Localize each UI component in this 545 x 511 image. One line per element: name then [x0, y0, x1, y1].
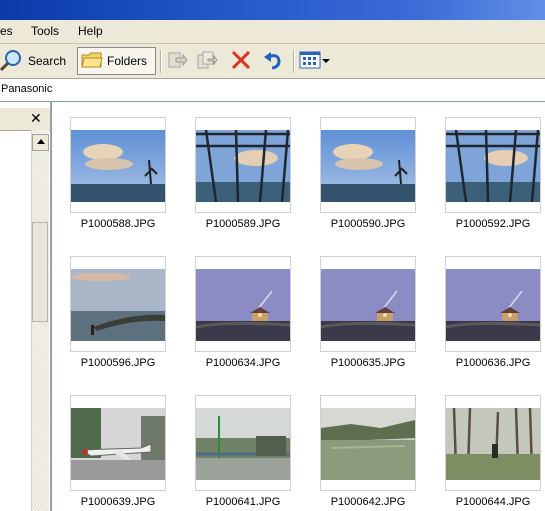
folders-label: Folders [107, 54, 148, 68]
thumbnail-filename[interactable]: P1000641.JPG [188, 496, 298, 508]
folders-button[interactable]: Folders [77, 47, 156, 75]
copy-to-button[interactable] [196, 47, 220, 75]
toolbar-separator [160, 50, 162, 73]
thumbnail-item[interactable] [445, 117, 541, 213]
menu-item-favorites[interactable]: es [0, 24, 13, 38]
thumbnail-item[interactable] [195, 117, 291, 213]
thumbnail-item[interactable] [320, 117, 416, 213]
views-icon [298, 49, 322, 74]
move-to-button[interactable] [166, 47, 190, 75]
thumbnail-filename[interactable]: P1000636.JPG [438, 357, 545, 369]
menu-item-help[interactable]: Help [78, 24, 103, 38]
menu-bar: es Tools Help [0, 20, 545, 44]
folders-pane: ✕ [0, 102, 51, 511]
menu-item-tools[interactable]: Tools [31, 24, 59, 38]
thumbnail-filename[interactable]: P1000592.JPG [438, 218, 545, 230]
folders-scrollbar[interactable] [31, 130, 49, 511]
search-icon [0, 48, 24, 75]
thumbnail-filename[interactable]: P1000642.JPG [313, 496, 423, 508]
thumbnail-filename[interactable]: P1000644.JPG [438, 496, 545, 508]
folder-icon [81, 50, 103, 73]
folders-pane-header: ✕ [0, 108, 50, 131]
thumbnail-item[interactable] [320, 395, 416, 491]
views-button[interactable] [298, 47, 336, 75]
scroll-track[interactable] [32, 152, 49, 511]
close-icon[interactable]: ✕ [30, 110, 42, 127]
title-bar [0, 0, 545, 20]
search-button[interactable]: Search [0, 47, 72, 75]
thumbnail-filename[interactable]: P1000590.JPG [313, 218, 423, 230]
thumbnail-item[interactable] [70, 395, 166, 491]
scroll-up-button[interactable] [32, 134, 49, 151]
delete-button[interactable] [230, 47, 254, 75]
thumbnail-item[interactable] [70, 117, 166, 213]
thumbnail-item[interactable] [195, 256, 291, 352]
thumbnail-view: P1000588.JPG P1000589.JPG P1000590.JPG P100… [51, 102, 545, 511]
search-label: Search [28, 54, 67, 68]
thumbnail-filename[interactable]: P1000596.JPG [63, 357, 173, 369]
dropdown-arrow-icon [322, 54, 330, 68]
delete-icon [230, 49, 252, 74]
toolbar: Search Folders [0, 44, 545, 79]
move-to-icon [166, 49, 188, 74]
toolbar-separator [293, 50, 295, 73]
thumbnail-item[interactable] [195, 395, 291, 491]
copy-to-icon [196, 49, 218, 74]
thumbnail-filename[interactable]: P1000634.JPG [188, 357, 298, 369]
thumbnail-filename[interactable]: P1000588.JPG [63, 218, 173, 230]
thumbnail-filename[interactable]: P1000635.JPG [313, 357, 423, 369]
thumbnail-filename[interactable]: P1000639.JPG [63, 496, 173, 508]
undo-button[interactable] [262, 47, 286, 75]
thumbnail-item[interactable] [445, 256, 541, 352]
address-text: Panasonic [1, 83, 53, 95]
thumbnail-item[interactable] [70, 256, 166, 352]
address-bar[interactable]: Panasonic [0, 79, 545, 102]
thumbnail-item[interactable] [320, 256, 416, 352]
scroll-thumb[interactable] [32, 222, 48, 322]
undo-icon [262, 49, 284, 74]
scroll-up-icon [36, 138, 45, 147]
thumbnail-item[interactable] [445, 395, 541, 491]
thumbnail-filename[interactable]: P1000589.JPG [188, 218, 298, 230]
